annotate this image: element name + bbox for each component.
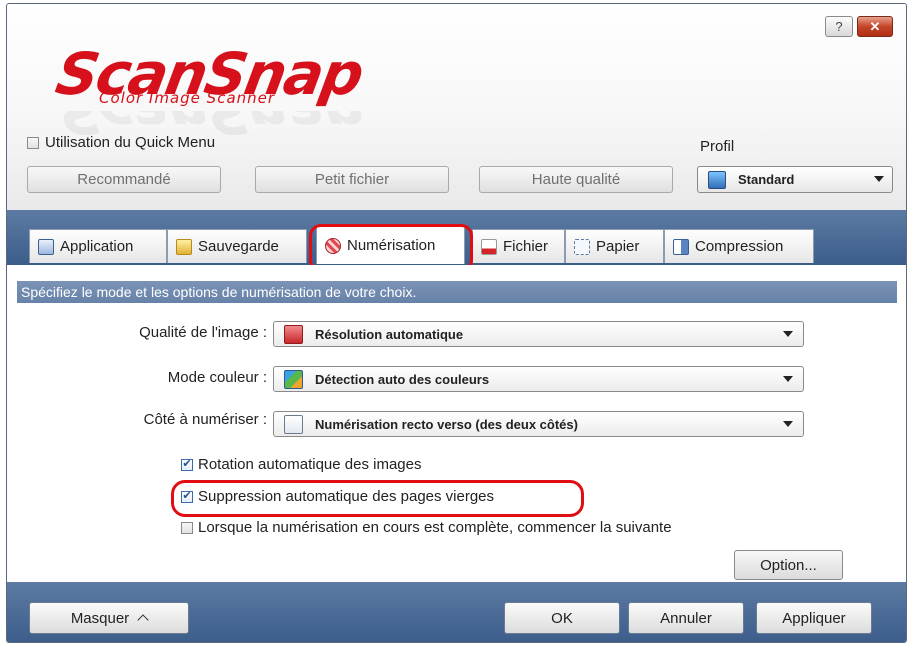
close-button[interactable]: ✕ — [857, 16, 893, 37]
apply-button[interactable]: Appliquer — [756, 602, 872, 634]
hide-button[interactable]: Masquer — [29, 602, 189, 634]
chevron-down-icon — [783, 376, 793, 382]
scan-side-label: Côté à numériser : — [143, 411, 267, 428]
image-quality-select[interactable]: Résolution automatique — [273, 321, 804, 347]
profile-small-file-button[interactable]: Petit fichier — [255, 166, 449, 193]
image-quality-icon — [284, 324, 303, 344]
image-quality-label: Qualité de l'image : — [139, 324, 267, 341]
cancel-button[interactable]: Annuler — [628, 602, 744, 634]
auto-rotation-option[interactable]: ✔ Rotation automatique des images — [181, 456, 421, 473]
folder-icon — [176, 238, 192, 255]
close-icon: ✕ — [869, 18, 881, 34]
tab-compression[interactable]: Compression — [664, 229, 814, 263]
application-icon — [38, 238, 54, 255]
auto-rotation-label: Rotation automatique des images — [198, 456, 422, 473]
logo-tagline: Color Image Scanner — [99, 89, 276, 107]
quick-menu-label: Utilisation du Quick Menu — [45, 134, 216, 151]
chevron-down-icon — [874, 176, 884, 182]
color-mode-label: Mode couleur : — [167, 369, 267, 386]
auto-rotation-checkbox[interactable]: ✔ — [181, 458, 193, 471]
help-icon: ? — [835, 19, 843, 34]
chevron-up-icon — [137, 614, 149, 626]
continuous-scan-checkbox[interactable] — [181, 521, 193, 534]
color-mode-select[interactable]: Détection auto des couleurs — [273, 366, 804, 392]
tab-application[interactable]: Application — [29, 229, 167, 263]
chevron-down-icon — [783, 421, 793, 427]
blank-page-removal-option[interactable]: ✔ Suppression automatique des pages vier… — [181, 488, 494, 505]
quick-menu-checkbox[interactable] — [27, 136, 39, 149]
tab-numerisation[interactable]: Numérisation — [316, 226, 465, 264]
tab-sauvegarde[interactable]: Sauvegarde — [167, 229, 307, 263]
scan-icon — [325, 237, 341, 254]
header: ? ✕ ScanSnap Color Image Scanner ScanSna… — [7, 4, 906, 210]
panel-description: Spécifiez le mode et les options de numé… — [17, 281, 897, 303]
profile-selected-value: Standard — [738, 172, 795, 187]
help-button[interactable]: ? — [825, 16, 853, 37]
quick-menu-toggle[interactable]: Utilisation du Quick Menu — [27, 134, 215, 151]
ok-button[interactable]: OK — [504, 602, 620, 634]
chevron-down-icon — [783, 331, 793, 337]
scan-side-icon — [284, 414, 303, 434]
compression-icon — [673, 238, 689, 255]
blank-page-removal-label: Suppression automatique des pages vierge… — [198, 488, 495, 505]
file-icon — [481, 238, 497, 255]
scansnap-settings-window: ? ✕ ScanSnap Color Image Scanner ScanSna… — [6, 3, 907, 643]
tab-papier[interactable]: Papier — [565, 229, 664, 263]
profile-label: Profil — [700, 138, 735, 155]
scansnap-logo: ScanSnap Color Image Scanner ScanSnap — [51, 39, 417, 149]
continuous-scan-label: Lorsque la numérisation en cours est com… — [198, 519, 672, 536]
profile-recommended-button[interactable]: Recommandé — [27, 166, 221, 193]
profile-high-quality-button[interactable]: Haute qualité — [479, 166, 673, 193]
blank-page-removal-checkbox[interactable]: ✔ — [181, 490, 193, 503]
continuous-scan-option[interactable]: Lorsque la numérisation en cours est com… — [181, 519, 672, 536]
scan-side-select[interactable]: Numérisation recto verso (des deux côtés… — [273, 411, 804, 437]
tab-fichier[interactable]: Fichier — [472, 229, 565, 263]
option-button[interactable]: Option... — [734, 550, 843, 580]
color-mode-icon — [284, 369, 303, 389]
paper-icon — [574, 238, 590, 255]
profile-standard-icon — [708, 170, 726, 189]
profile-select[interactable]: Standard — [697, 166, 893, 193]
